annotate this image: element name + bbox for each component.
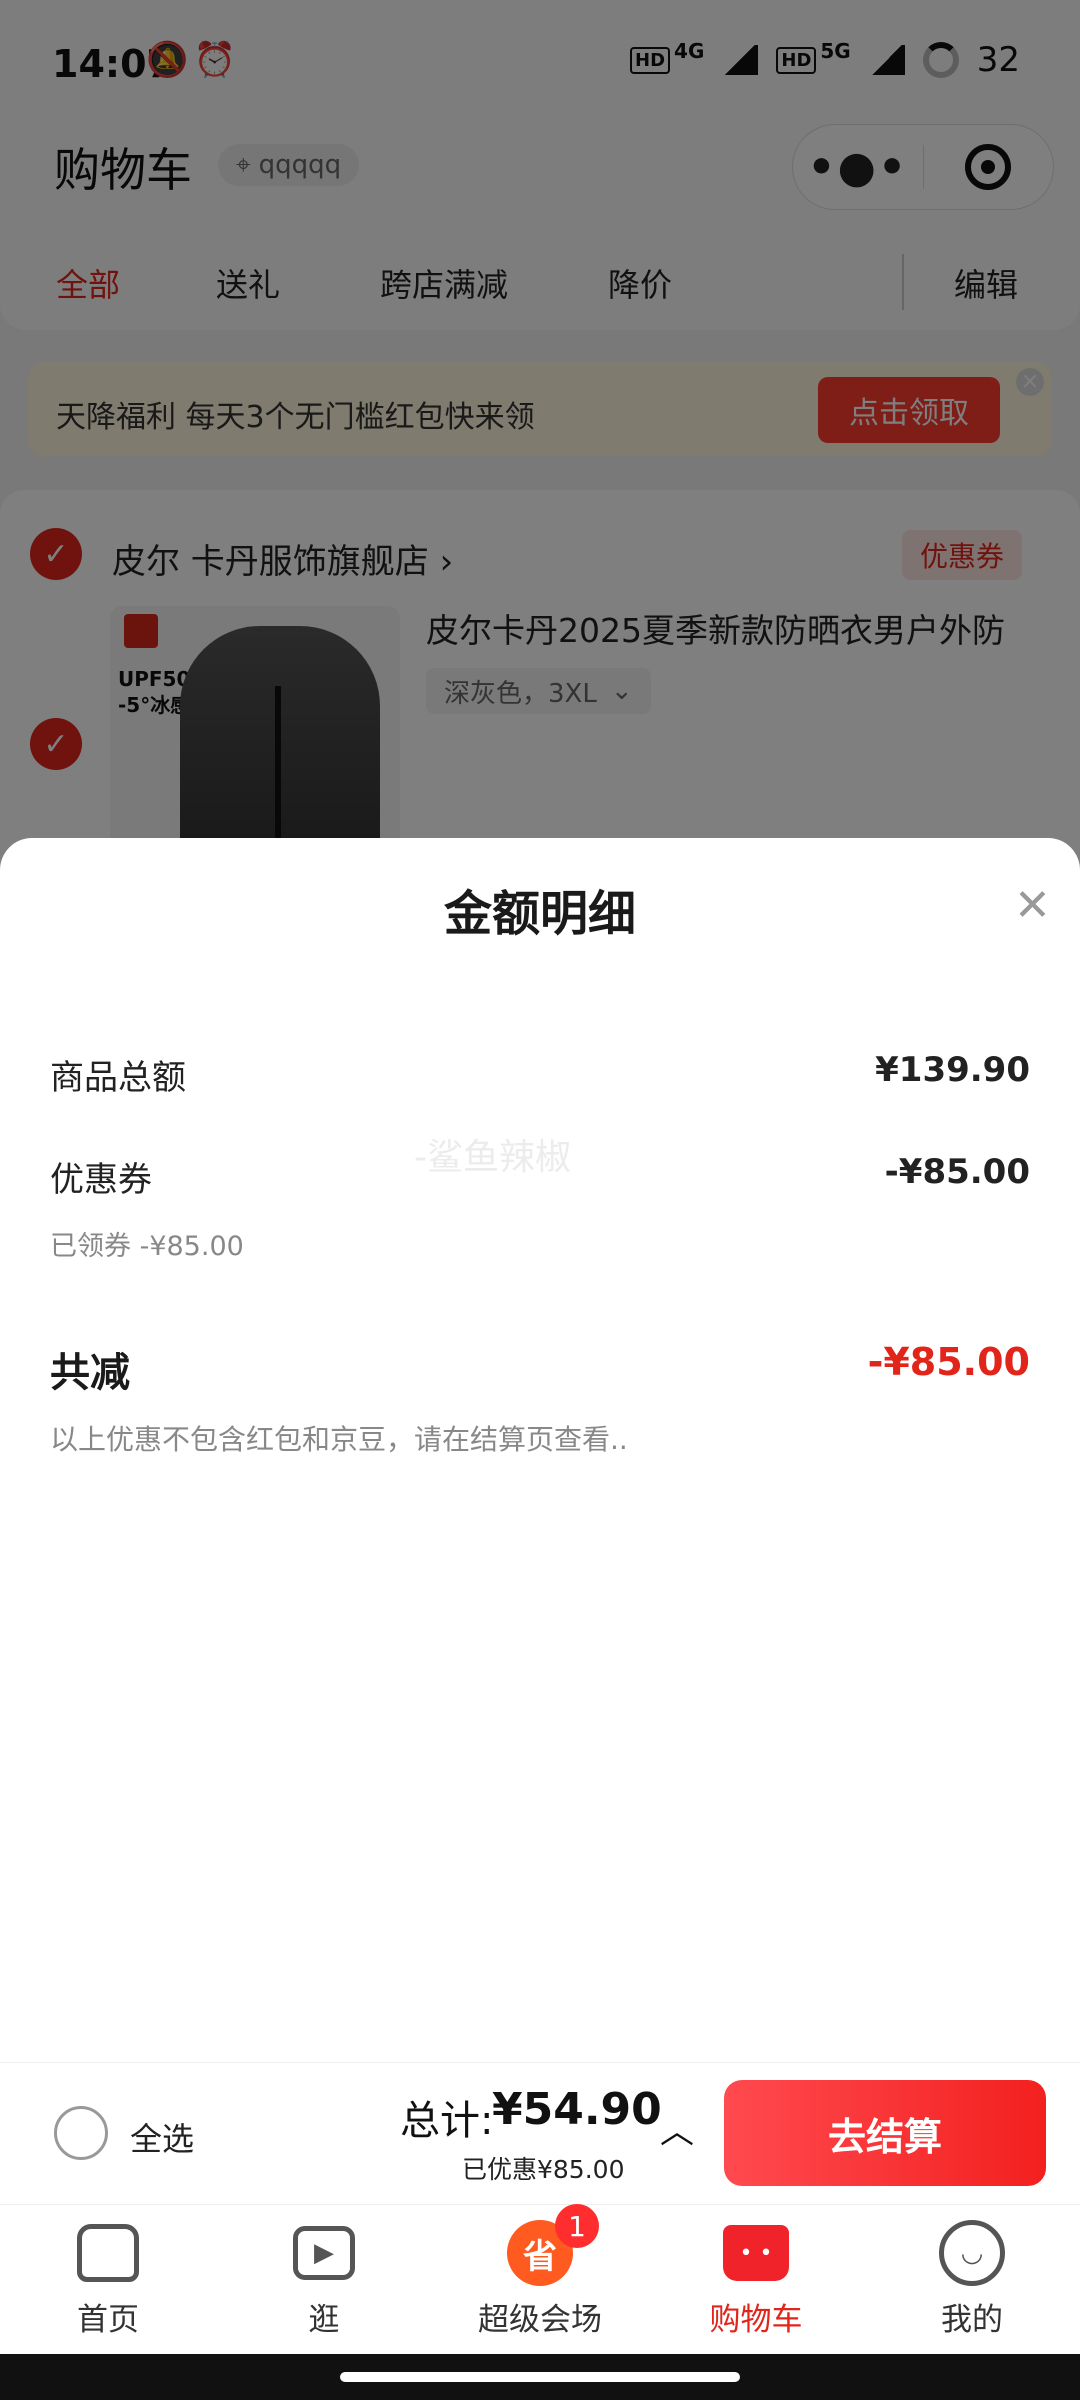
cart-icon: • •: [721, 2218, 791, 2288]
total-discount-value: -¥85.00: [867, 1340, 1030, 1384]
nav-label: 我的: [941, 2302, 1003, 2338]
coupon-sub: 已领券 -¥85.00: [50, 1231, 244, 1262]
total-value: ¥54.90: [492, 2084, 662, 2135]
coupon-label: 优惠券: [50, 1160, 152, 1200]
nav-label: 超级会场: [478, 2302, 602, 2338]
nav-browse[interactable]: ▶ 逛: [216, 2218, 432, 2339]
notification-badge: 1: [555, 2204, 599, 2248]
nav-home[interactable]: 首页: [0, 2218, 216, 2339]
total-label: 总计:: [400, 2098, 494, 2144]
discount-note: 以上优惠不包含红包和京豆，请在结算页查看..: [50, 1423, 628, 1456]
goods-total-label: 商品总额: [50, 1058, 186, 1098]
close-icon[interactable]: ✕: [1014, 884, 1051, 928]
nav-super-venue[interactable]: 省 1 超级会场: [432, 2204, 648, 2339]
select-all-radio[interactable]: [54, 2106, 108, 2160]
sheet-title: 金额明细: [443, 886, 636, 942]
nav-label: 逛: [308, 2302, 340, 2338]
promo-icon: 省 1: [505, 2204, 599, 2288]
chevron-up-icon[interactable]: ︿: [660, 2104, 694, 2153]
nav-mine[interactable]: ◡ 我的: [864, 2218, 1080, 2339]
profile-smile-icon: ◡: [937, 2218, 1007, 2288]
play-video-icon: ▶: [289, 2218, 359, 2288]
nav-label: 购物车: [709, 2302, 803, 2338]
select-all-label[interactable]: 全选: [130, 2114, 194, 2160]
home-indicator[interactable]: [340, 2372, 740, 2382]
coupon-value: -¥85.00: [884, 1152, 1030, 1192]
watermark: -鲨鱼辣椒: [414, 1137, 571, 1178]
saved-amount: 已优惠¥85.00: [462, 2155, 625, 2184]
total-discount-label: 共减: [50, 1350, 130, 1396]
nav-cart[interactable]: • • 购物车: [648, 2218, 864, 2339]
nav-label: 首页: [77, 2302, 139, 2338]
checkout-button[interactable]: 去结算: [724, 2080, 1046, 2186]
goods-total-value: ¥139.90: [875, 1050, 1030, 1090]
home-icon: [73, 2218, 143, 2288]
